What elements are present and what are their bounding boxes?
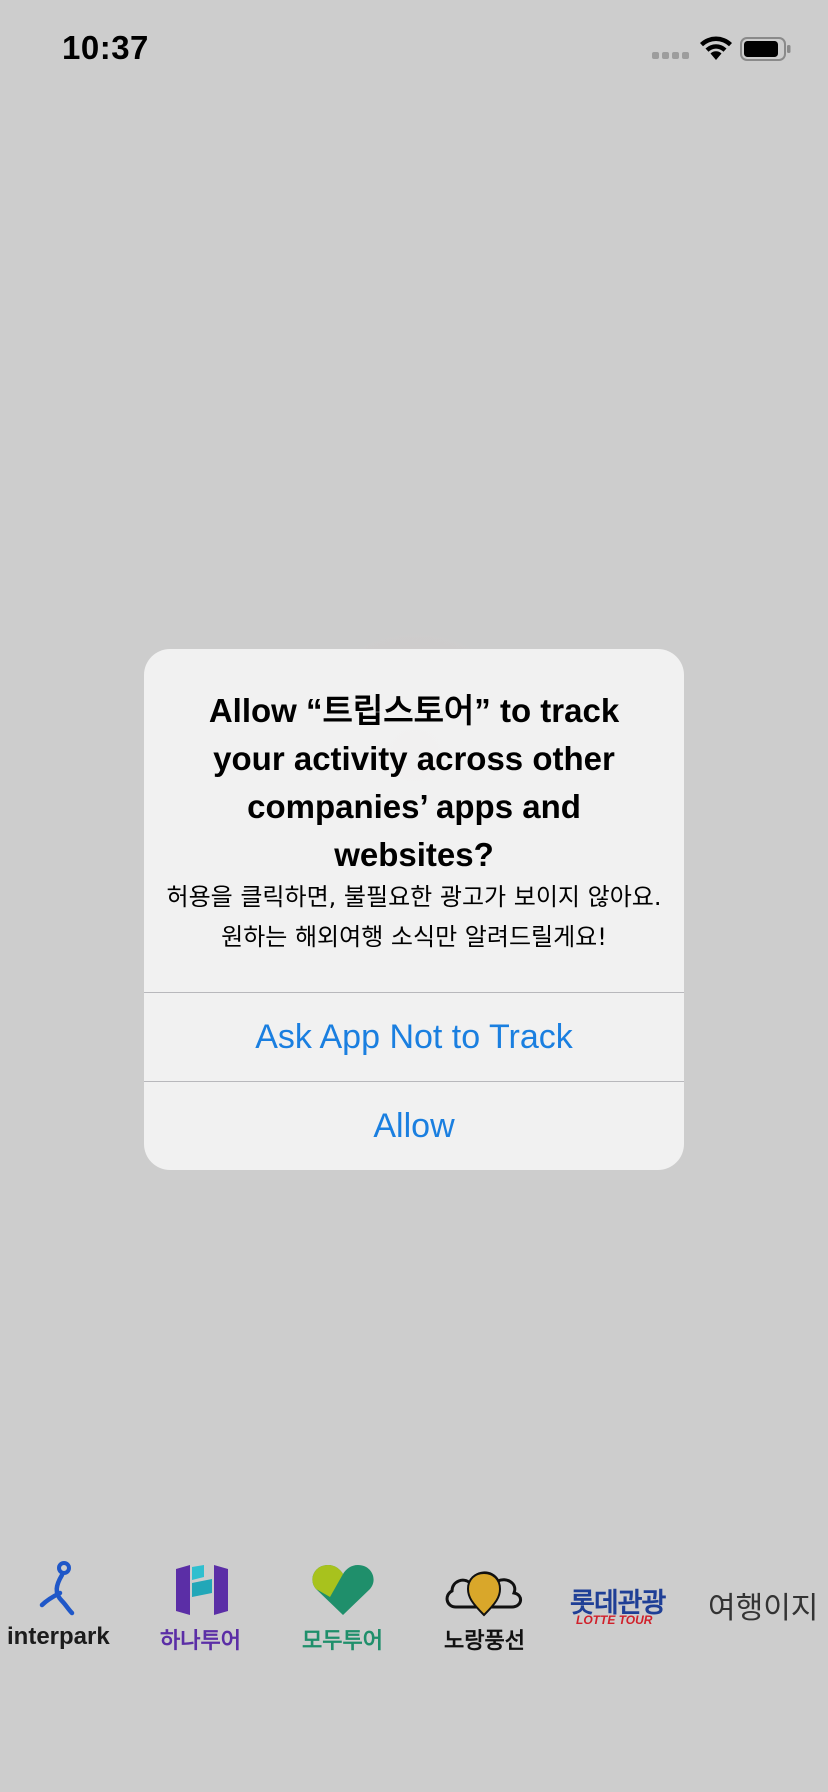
wifi-icon — [700, 36, 732, 60]
status-bar: 10:37 — [0, 0, 828, 100]
partner-logo-yellowballoon: 노랑풍선 — [430, 1555, 540, 1665]
battery-icon — [740, 37, 791, 61]
partner-logo-interpark: interpark — [0, 1555, 130, 1665]
partner-name-travel-easy: 여행이지 — [708, 1591, 819, 1626]
partner-name-yellowballoon: 노랑풍선 — [444, 1629, 525, 1654]
yellow-balloon-icon — [445, 1571, 522, 1617]
partner-logo-modetour: 모두투어 — [290, 1555, 400, 1665]
partner-logo-lottetour: 롯데관광 LOTTE TOUR — [568, 1555, 678, 1665]
partner-name-interpark: interpark — [7, 1623, 110, 1650]
partner-logo-strip: interpark 하나투어 모두투어 노랑풍선 롯데관광 LOTTE TOUR — [0, 1555, 828, 1665]
status-time: 10:37 — [62, 29, 149, 66]
interpark-runner-icon — [39, 1561, 75, 1616]
ask-not-to-track-button[interactable]: Ask App Not to Track — [144, 993, 684, 1081]
alert-message: 허용을 클릭하면, 불필요한 광고가 보이지 않아요. 원하는 해외여행 소식만… — [166, 883, 662, 951]
alert-title: Allow “트립스토어” to track your activity acr… — [208, 692, 620, 873]
partner-logo-hanatour: 하나투어 — [150, 1555, 260, 1665]
partner-name-modetour: 모두투어 — [302, 1629, 383, 1654]
partner-subname-lottetour: LOTTE TOUR — [576, 1613, 653, 1627]
partner-name-hanatour: 하나투어 — [160, 1629, 241, 1654]
hanatour-h-icon — [176, 1565, 228, 1615]
cellular-signal-icon — [652, 52, 690, 62]
alert-content: Allow “트립스토어” to track your activity acr… — [144, 649, 684, 993]
modetour-heart-icon — [312, 1565, 374, 1615]
partner-logo-travel-easy: 여행이지 — [706, 1555, 828, 1665]
tracking-permission-alert: Allow “트립스토어” to track your activity acr… — [144, 649, 684, 1170]
allow-tracking-button[interactable]: Allow — [144, 1082, 684, 1170]
